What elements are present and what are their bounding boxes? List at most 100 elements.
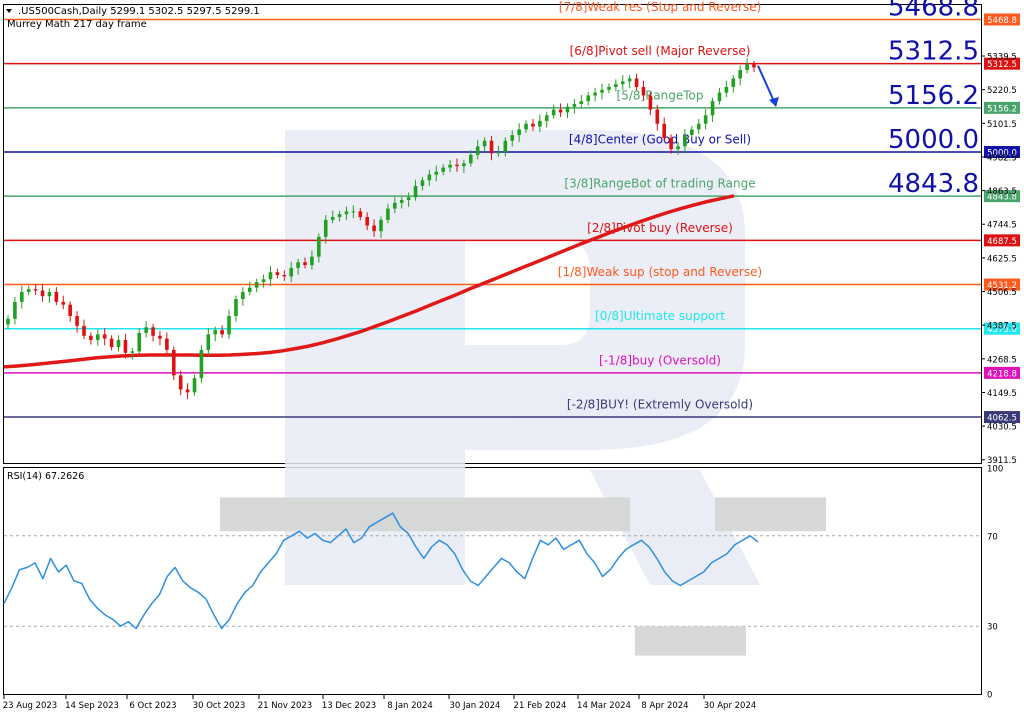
candle-body-97 [676, 146, 680, 150]
date-axis-label-4: 21 Nov 2023 [258, 701, 312, 711]
level-label-7: [0/8]Ultimate support [595, 309, 725, 323]
level-label-8: [-1/8]buy (Oversold) [599, 353, 721, 367]
candle-body-45 [317, 236, 321, 257]
candle-body-49 [344, 211, 349, 215]
candle-body-102 [710, 101, 715, 116]
date-axis-label-7: 30 Jan 2024 [450, 701, 501, 711]
price-axis-label-0: 5339.5 [987, 53, 1017, 63]
date-axis-label-0: 23 Aug 2023 [3, 701, 57, 711]
date-axis-label-3: 30 Oct 2023 [193, 701, 246, 711]
date-axis-label-1: 14 Sep 2023 [65, 701, 119, 711]
candle-body-40 [282, 274, 287, 277]
candle-body-72 [503, 140, 508, 153]
rsi-axis-label-2: 30 [987, 623, 998, 633]
candle-body-11 [82, 325, 86, 336]
candle-body-64 [448, 164, 452, 168]
level-big-value-4: 4843.8 [888, 169, 979, 199]
candle-body-41 [289, 267, 294, 277]
candle-body-87 [607, 86, 611, 90]
candle-body-54 [379, 219, 383, 232]
candle-body-56 [393, 202, 397, 209]
candle-body-39 [275, 272, 280, 275]
candle-body-58 [406, 197, 411, 201]
date-axis-label-10: 8 Apr 2024 [641, 701, 688, 711]
candle-body-15 [109, 338, 114, 348]
rsi-axis-label-1: 70 [987, 532, 998, 542]
candle-body-6 [47, 291, 52, 297]
rsi-overbought-zone-2 [715, 497, 826, 532]
candle-body-82 [572, 103, 577, 107]
date-axis-label-2: 6 Oct 2023 [129, 701, 176, 711]
candle-body-67 [468, 154, 473, 164]
candle-body-43 [303, 262, 307, 266]
candle-body-93 [648, 95, 653, 110]
candle-body-86 [600, 89, 604, 93]
rsi-header: RSI(14) 67.2626 [7, 471, 84, 482]
candle-body-0 [6, 318, 10, 325]
candle-body-22 [158, 335, 162, 339]
candle-body-17 [123, 340, 128, 353]
candle-body-99 [690, 129, 694, 136]
candle-body-44 [310, 256, 314, 266]
candle-body-79 [551, 109, 556, 116]
candle-body-74 [517, 129, 521, 136]
price-axis-label-2: 5101.5 [987, 120, 1017, 130]
candle-body-52 [365, 217, 369, 226]
candle-body-68 [475, 146, 480, 155]
level-label-4: [3/8]RangeBot of trading Range [564, 177, 755, 191]
candle-body-107 [745, 64, 749, 71]
candle-body-85 [593, 92, 597, 96]
candle-body-33 [234, 299, 238, 316]
candle-body-61 [427, 174, 432, 181]
level-label-6: [1/8]Weak sup (stop and Reverse) [558, 265, 762, 279]
candle-body-66 [462, 163, 466, 167]
level-price-tag-text-8: 4218.8 [987, 369, 1017, 379]
level-big-value-1: 5312.5 [888, 37, 979, 67]
candle-body-106 [738, 70, 742, 79]
date-axis-label-11: 30 Apr 2024 [704, 701, 757, 711]
candle-body-42 [296, 262, 300, 268]
candle-body-63 [441, 167, 445, 172]
candle-body-13 [95, 334, 100, 341]
candle-body-47 [330, 217, 335, 220]
candle-body-9 [68, 304, 72, 316]
level-price-tag-text-2: 5156.2 [987, 104, 1017, 114]
candle-body-73 [510, 135, 515, 141]
candle-body-55 [386, 208, 390, 220]
candle-body-2 [20, 291, 24, 302]
symbol-header: .US500Cash,Daily 5299.1 5302.5 5297.5 52… [18, 6, 260, 17]
candle-body-3 [26, 289, 31, 292]
candle-body-98 [683, 135, 687, 147]
level-price-tag-text-5: 4687.5 [987, 237, 1017, 247]
candle-body-88 [614, 84, 618, 87]
candle-body-27 [192, 378, 197, 393]
candle-body-83 [579, 101, 584, 104]
date-axis-label-9: 14 Mar 2024 [577, 701, 631, 711]
candle-body-29 [206, 334, 211, 350]
price-axis-label-10: 4149.5 [987, 389, 1017, 399]
price-axis-label-4: 4863.5 [987, 187, 1017, 197]
candle-body-70 [489, 140, 494, 154]
candle-body-48 [337, 214, 342, 218]
candle-body-53 [372, 225, 376, 232]
candle-body-23 [165, 338, 169, 350]
price-axis-label-5: 4744.5 [987, 221, 1017, 231]
date-axis-label-8: 21 Feb 2024 [514, 701, 567, 711]
candle-body-21 [151, 327, 155, 336]
price-axis-label-1: 5220.5 [987, 86, 1017, 96]
level-label-2: [5/8]RangeTop [617, 88, 704, 102]
candle-body-32 [227, 315, 231, 335]
candle-body-18 [130, 351, 135, 353]
candle-body-60 [420, 180, 425, 186]
level-big-value-3: 5000.0 [888, 125, 979, 155]
candle-body-84 [586, 95, 591, 102]
level-label-9: [-2/8]BUY! (Extremly Oversold) [567, 398, 753, 412]
candle-body-14 [102, 334, 107, 339]
candle-body-59 [413, 185, 418, 198]
price-axis-label-11: 4030.5 [987, 423, 1017, 433]
level-label-3: [4/8]Center (Good Buy or Sell) [569, 133, 751, 147]
candle-body-91 [634, 78, 639, 87]
price-axis-label-3: 4982.5 [987, 153, 1017, 163]
candle-body-24 [171, 349, 176, 376]
rsi-overbought-zone-1 [220, 497, 630, 532]
